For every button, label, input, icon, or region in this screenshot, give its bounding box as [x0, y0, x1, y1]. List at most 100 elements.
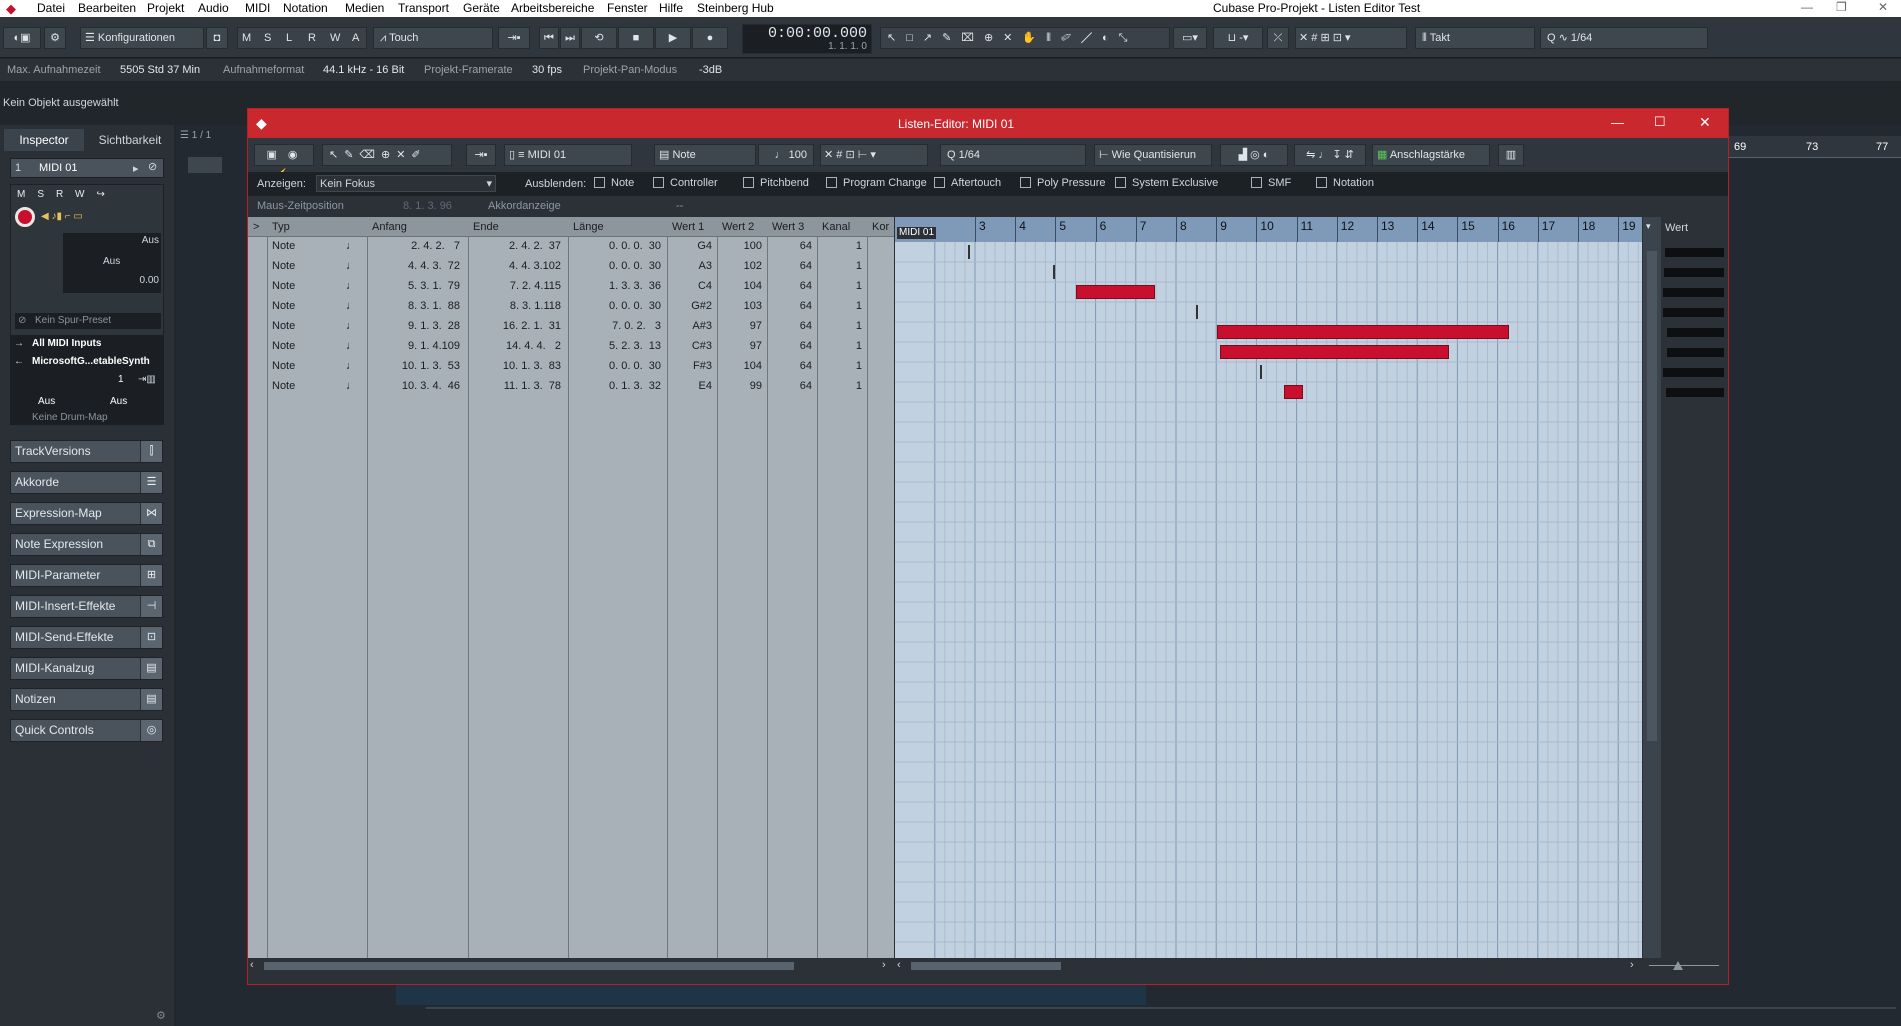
cell-type[interactable]: Note	[272, 280, 332, 292]
cell-end[interactable]: 16. 2. 1. 31	[473, 320, 561, 332]
keyboard-icon[interactable]: ⇥▥	[138, 374, 156, 385]
cell-type[interactable]: Note	[272, 300, 332, 312]
filter-option-poly-pressure[interactable]: Poly Pressure	[1020, 177, 1105, 191]
edit-icon[interactable]: ⊘	[148, 160, 157, 173]
grid-type-select[interactable]: ⦀ Takt	[1415, 27, 1535, 49]
cell-start[interactable]: 9. 1. 4.109	[372, 340, 460, 352]
cell-type[interactable]: Note	[272, 320, 332, 332]
velocity-bar[interactable]	[1664, 248, 1724, 257]
color-icon[interactable]: ▭▾	[1173, 27, 1207, 49]
col-laenge[interactable]: Länge	[573, 221, 604, 233]
cell-start[interactable]: 5. 3. 1. 79	[372, 280, 460, 292]
menu-projekt[interactable]: Projekt	[147, 1, 184, 15]
menu-steinberg-hub[interactable]: Steinberg Hub	[697, 1, 774, 15]
quantize-tools[interactable]: ✕ # ⊞ ⊡ ▾	[1295, 27, 1407, 49]
restore-icon[interactable]: ❐	[1836, 0, 1847, 14]
layout-tools[interactable]: ▣ ◉ ⚡	[254, 144, 314, 181]
cell-length[interactable]: 1. 3. 3. 36	[573, 280, 661, 292]
cell-ch[interactable]: 1	[822, 240, 862, 252]
cell-end[interactable]: 2. 4. 2. 37	[473, 240, 561, 252]
note-event[interactable]	[1196, 305, 1199, 319]
velocity-bar[interactable]	[1666, 328, 1724, 337]
table-row[interactable]: Note 9. 1. 4.109 14. 4. 4. 2 5. 2. 3. 13 C#3…	[248, 337, 894, 357]
section-note-expression[interactable]: Note Expression ⧉	[10, 533, 163, 556]
camera-icon[interactable]: ◘	[206, 27, 228, 49]
write-all-button[interactable]: W	[330, 28, 340, 48]
checkbox-icon[interactable]	[934, 177, 945, 188]
cell-ch[interactable]: 1	[822, 380, 862, 392]
snap-type-icon[interactable]: ⊔ -▾	[1213, 27, 1263, 49]
konfigurationen-button[interactable]: ☰ Konfigurationen	[80, 27, 204, 49]
col-wert1[interactable]: Wert 1	[672, 221, 704, 233]
list-horizontal-scrollbar[interactable]: ‹ ›	[248, 958, 894, 974]
filter-option-smf[interactable]: SMF	[1251, 177, 1291, 191]
section-midi-insert[interactable]: MIDI-Insert-Effekte ⊣	[10, 595, 163, 618]
cycle-icon[interactable]: ⟲	[581, 27, 617, 49]
chevron-down-icon[interactable]: ▾	[1646, 221, 1658, 231]
midi-output-select[interactable]: MicrosoftG...etableSynth	[32, 356, 150, 367]
checkbox-icon[interactable]	[1251, 177, 1262, 188]
cell-v2[interactable]: 104	[722, 280, 762, 292]
menu-audio[interactable]: Audio	[198, 1, 229, 15]
col-expand[interactable]: >	[253, 221, 259, 233]
filter-option-aftertouch[interactable]: Aftertouch	[934, 177, 1001, 191]
midi-input-select[interactable]: All MIDI Inputs	[32, 338, 101, 349]
cell-ch[interactable]: 1	[822, 320, 862, 332]
stop-icon[interactable]: ■	[618, 27, 654, 49]
cell-length[interactable]: 0. 0. 0. 30	[573, 300, 661, 312]
focus-select[interactable]: Kein Fokus ▾	[316, 175, 496, 192]
cell-type[interactable]: Note	[272, 340, 332, 352]
automation-all-button[interactable]: A	[352, 28, 359, 48]
midi-channel[interactable]: 1	[118, 374, 124, 385]
checkbox-icon[interactable]	[743, 177, 754, 188]
menu-arbeitsbereiche[interactable]: Arbeitsbereiche	[511, 1, 594, 15]
time-display[interactable]: 0:00:00.000 1. 1. 1. 0	[742, 24, 872, 54]
chevron-right-icon[interactable]: ›	[1630, 959, 1634, 971]
mute-all-button[interactable]: M	[242, 28, 251, 48]
cell-v2[interactable]: 103	[722, 300, 762, 312]
settings-icon[interactable]: ⚙	[44, 27, 66, 49]
insert-type-select[interactable]: ▤ Note	[654, 144, 756, 166]
cell-v3[interactable]: 64	[772, 320, 812, 332]
col-ende[interactable]: Ende	[473, 221, 499, 233]
cell-v1[interactable]: A#3	[672, 320, 712, 332]
cell-end[interactable]: 7. 2. 4.115	[473, 280, 561, 292]
section-notizen[interactable]: Notizen ▤	[10, 688, 163, 711]
menu-geraete[interactable]: Geräte	[463, 1, 500, 15]
track-select[interactable]: ▯ ≡ MIDI 01	[504, 144, 632, 166]
close-icon[interactable]: ✕	[1699, 114, 1711, 131]
cell-v3[interactable]: 64	[772, 260, 812, 272]
cell-v1[interactable]: C#3	[672, 340, 712, 352]
velocity-bar[interactable]	[1663, 268, 1724, 277]
cell-type[interactable]: Note	[272, 260, 332, 272]
filter-option-pitchbend[interactable]: Pitchbend	[743, 177, 809, 191]
table-row[interactable]: Note 9. 1. 3. 28 16. 2. 1. 31 7. 0. 2. 3 A#3…	[248, 317, 894, 337]
velocity-select[interactable]: ♩ 100	[758, 144, 814, 166]
cell-end[interactable]: 4. 4. 3.102	[473, 260, 561, 272]
cell-v1[interactable]: G4	[672, 240, 712, 252]
checkbox-icon[interactable]	[1020, 177, 1031, 188]
quantize-select[interactable]: Q 1/64	[940, 144, 1086, 166]
filter-option-system-exclusive[interactable]: System Exclusive	[1115, 177, 1218, 191]
keyboard-icon[interactable]: ▥	[1498, 144, 1524, 166]
cell-length[interactable]: 0. 0. 0. 30	[573, 240, 661, 252]
length-quantize-select[interactable]: ⊢ Wie Quantisierun	[1094, 144, 1212, 166]
cell-v1[interactable]: C4	[672, 280, 712, 292]
solo-all-button[interactable]: S	[264, 28, 271, 48]
cell-ch[interactable]: 1	[822, 260, 862, 272]
section-midi-kanalzug[interactable]: MIDI-Kanalzug ▤	[10, 657, 163, 680]
menu-datei[interactable]: Datei	[37, 1, 65, 15]
col-kanal[interactable]: Kanal	[822, 221, 850, 233]
fader-area[interactable]: Aus Aus 0.00	[63, 233, 161, 293]
record-enable-icon[interactable]	[15, 207, 35, 227]
cell-v2[interactable]: 97	[722, 320, 762, 332]
velocity-bar[interactable]	[1665, 388, 1724, 397]
event-display[interactable]: 3 4 5 6 7 8 9 10 11 12 13 14 15 16 17 18 19 MIDI 01	[895, 217, 1642, 958]
vertical-scrollbar[interactable]: ▾	[1643, 217, 1661, 958]
preset-field[interactable]: ⊘ Kein Spur-Preset	[15, 313, 161, 329]
col-wert3[interactable]: Wert 3	[772, 221, 804, 233]
table-row[interactable]: Note 4. 4. 3. 72 4. 4. 3.102 0. 0. 0. 30 A3 1…	[248, 257, 894, 277]
go-end-icon[interactable]: ⏭	[560, 27, 580, 49]
cell-v1[interactable]: A3	[672, 260, 712, 272]
quantize-select[interactable]: Q ∿ 1/64	[1540, 27, 1708, 49]
